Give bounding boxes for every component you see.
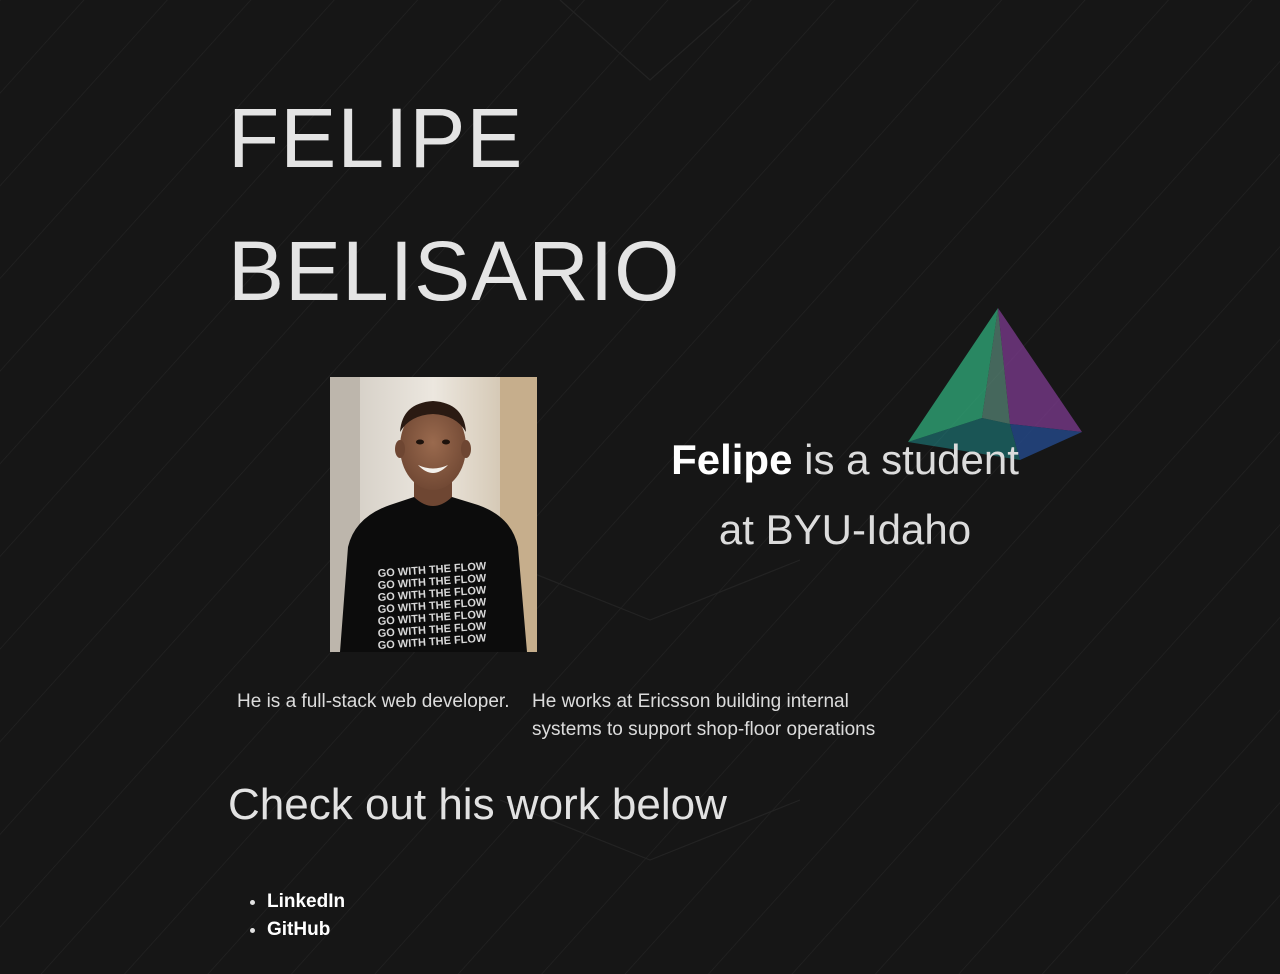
page-title: FELIPE BELISARIO (228, 72, 681, 338)
profile-photo-illustration: GO WITH THE FLOW GO WITH THE FLOW GO WIT… (330, 377, 537, 652)
fact-employer: He works at Ericsson building internal s… (532, 691, 876, 740)
linkedin-link[interactable]: LinkedIn (267, 891, 345, 912)
title-last-name: BELISARIO (228, 224, 681, 318)
intro-statement: Felipe is a student at BYU-Idaho (600, 425, 1090, 565)
intro-text-line2: at BYU-Idaho (718, 506, 972, 553)
list-item: LinkedIn (267, 888, 345, 916)
fact-developer: He is a full-stack web developer. (237, 691, 510, 712)
portfolio-page: FELIPE BELISARIO GO WITH THE FLOW GO WIT… (0, 0, 1280, 974)
work-heading: Check out his work below (228, 780, 727, 829)
intro-name: Felipe (671, 436, 793, 483)
title-first-name: FELIPE (228, 91, 524, 185)
intro-text-line1: is a student (792, 436, 1019, 483)
list-item: GitHub (267, 916, 345, 944)
work-links-list: LinkedIn GitHub (228, 888, 345, 944)
github-link[interactable]: GitHub (267, 919, 330, 940)
profile-photo: GO WITH THE FLOW GO WITH THE FLOW GO WIT… (330, 377, 537, 652)
